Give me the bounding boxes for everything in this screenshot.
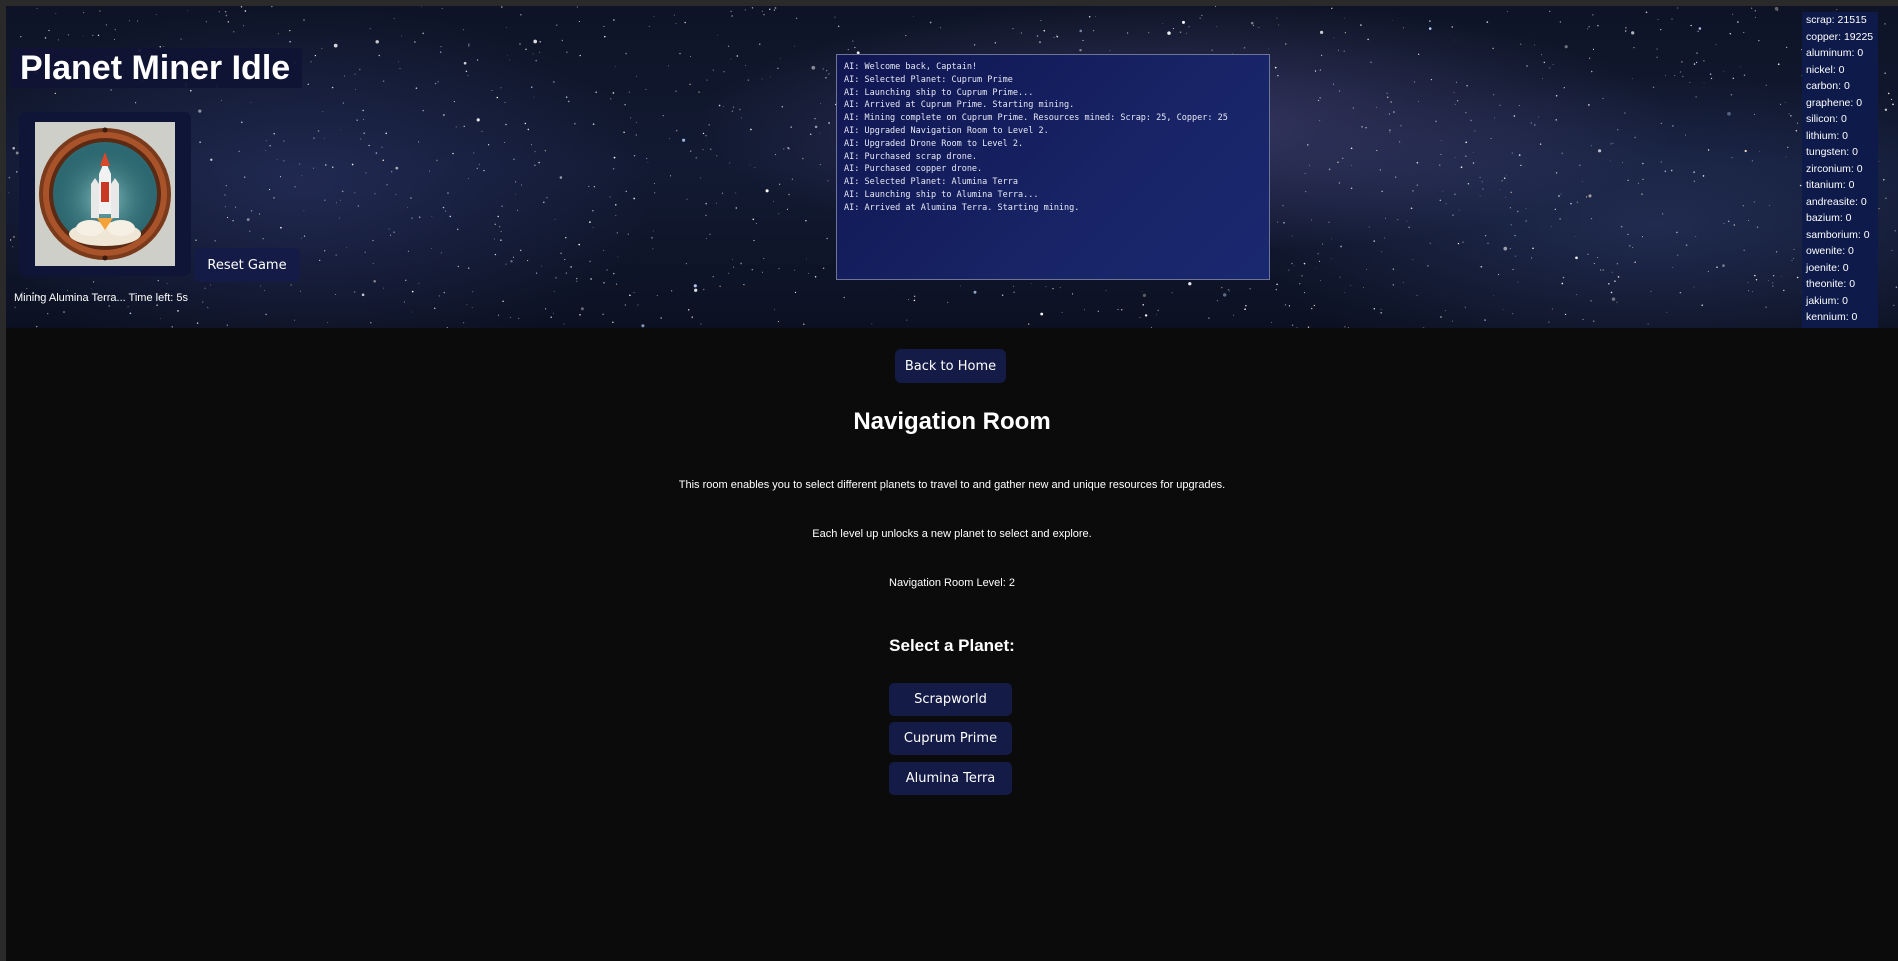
room-title: Navigation Room <box>853 408 1051 435</box>
resource-item: aluminum: 0 <box>1806 47 1864 59</box>
back-to-home-button[interactable]: Back to Home <box>895 349 1006 383</box>
log-line: AI: Launching ship to Alumina Terra... <box>844 189 1039 200</box>
resource-item: joenite: 0 <box>1806 261 1849 274</box>
resource-item: silicon: 0 <box>1806 113 1847 125</box>
resource-item: andreasite: 0 <box>1806 195 1867 208</box>
resource-item: graphene: 0 <box>1806 96 1863 109</box>
ship-image-frame <box>19 112 191 276</box>
rocket-porthole-icon <box>39 127 171 261</box>
resources-panel[interactable]: scrap: 21515 copper: 19225 aluminum: 0 n… <box>1802 12 1878 328</box>
app-title: Planet Miner Idle <box>20 49 291 87</box>
resource-item: scrap: 21515 <box>1806 14 1867 26</box>
mining-status: Mining Alumina Terra... Time left: 5s <box>14 292 189 304</box>
log-line: AI: Purchased scrap drone. <box>844 151 978 162</box>
room-level: Navigation Room Level: 2 <box>889 577 1015 589</box>
resource-item: owenite: 0 <box>1806 245 1854 257</box>
log-line: AI: Selected Planet: Cuprum Prime <box>844 74 1013 85</box>
resource-item: lithium: 0 <box>1806 129 1849 142</box>
navigation-room-view: Back to Home Navigation Room This room e… <box>6 328 1898 961</box>
log-line: AI: Launching ship to Cuprum Prime... <box>844 87 1034 98</box>
resource-item: kennium: 0 <box>1806 311 1858 323</box>
ship-image <box>35 122 175 266</box>
log-line: AI: Arrived at Alumina Terra. Starting m… <box>844 202 1080 213</box>
resource-item: copper: 19225 <box>1806 30 1874 43</box>
select-planet-heading: Select a Planet: <box>889 636 1015 655</box>
resource-item: theonite: 0 <box>1806 278 1856 290</box>
planet-button-cuprum-prime[interactable]: Cuprum Prime <box>889 722 1012 755</box>
reset-game-button[interactable]: Reset Game <box>194 248 300 282</box>
resource-item: titanium: 0 <box>1806 179 1855 191</box>
log-line: AI: Arrived at Cuprum Prime. Starting mi… <box>844 100 1075 111</box>
resource-item: carbon: 0 <box>1806 80 1850 92</box>
log-line: AI: Upgraded Navigation Room to Level 2. <box>844 125 1049 136</box>
resource-item: tungsten: 0 <box>1806 146 1858 158</box>
log-line: AI: Welcome back, Captain! <box>844 62 978 72</box>
resource-item: bazium: 0 <box>1806 212 1852 224</box>
ai-log-panel[interactable]: AI: Welcome back, Captain! AI: Selected … <box>836 54 1270 280</box>
resource-item: samborium: 0 <box>1806 228 1870 241</box>
title-box: Planet Miner Idle <box>12 48 302 88</box>
header-banner: Planet Miner Idle Reset Game Mining Alum… <box>6 6 1898 328</box>
room-description: This room enables you to select differen… <box>678 479 1226 491</box>
log-line: AI: Purchased copper drone. <box>844 164 983 175</box>
app-window: Planet Miner Idle Reset Game Mining Alum… <box>6 6 1898 961</box>
resource-item: jakium: 0 <box>1806 294 1849 307</box>
planet-button-alumina-terra[interactable]: Alumina Terra <box>889 762 1012 795</box>
log-line: AI: Upgraded Drone Room to Level 2. <box>844 138 1024 149</box>
log-line: AI: Mining complete on Cuprum Prime. Res… <box>844 113 1228 124</box>
log-line: AI: Selected Planet: Alumina Terra <box>844 177 1018 188</box>
planet-button-scrapworld[interactable]: Scrapworld <box>889 683 1012 716</box>
resource-item: nickel: 0 <box>1806 63 1845 76</box>
unlock-info: Each level up unlocks a new planet to se… <box>812 528 1092 540</box>
resource-item: zirconium: 0 <box>1806 162 1863 175</box>
